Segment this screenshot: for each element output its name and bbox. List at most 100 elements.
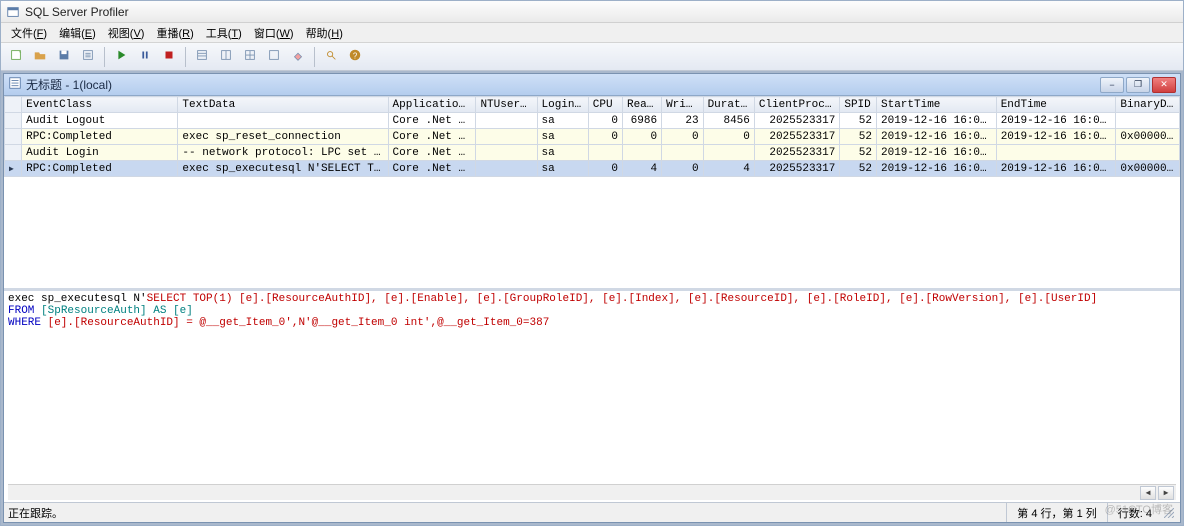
cell-spid[interactable]: 52 — [840, 161, 877, 177]
scroll-right-icon[interactable]: ▶ — [1158, 486, 1174, 500]
cell-cpu[interactable]: 0 — [588, 161, 622, 177]
column-header-ntusername[interactable]: NTUserName — [476, 97, 537, 113]
maximize-button[interactable]: ❐ — [1126, 77, 1150, 93]
toolbar-grid3-button[interactable] — [239, 46, 261, 68]
toolbar-run-button[interactable] — [110, 46, 132, 68]
cell-reads[interactable] — [622, 145, 661, 161]
column-header-loginname[interactable]: LoginName — [537, 97, 588, 113]
cell-eventclass[interactable]: Audit Login — [22, 145, 178, 161]
cell-clientprocessid[interactable]: 2025523317 — [754, 145, 839, 161]
cell-eventclass[interactable]: Audit Logout — [22, 113, 178, 129]
cell-endtime[interactable] — [996, 145, 1116, 161]
cell-textdata[interactable]: exec sp_reset_connection — [178, 129, 388, 145]
menu-item-f[interactable]: 文件(F) — [5, 23, 53, 43]
cell-reads[interactable]: 4 — [622, 161, 661, 177]
toolbar-stop-button[interactable] — [158, 46, 180, 68]
cell-eventclass[interactable]: RPC:Completed — [22, 161, 178, 177]
cell-ntusername[interactable] — [476, 161, 537, 177]
cell-starttime[interactable]: 2019-12-16 16:08:35... — [877, 145, 997, 161]
column-header-duration[interactable]: Duration — [703, 97, 754, 113]
cell-ntusername[interactable] — [476, 129, 537, 145]
menu-item-e[interactable]: 编辑(E) — [53, 23, 102, 43]
resize-grip[interactable] — [1162, 506, 1176, 520]
column-header-eventclass[interactable]: EventClass — [22, 97, 178, 113]
cell-reads[interactable]: 6986 — [622, 113, 661, 129]
menu-item-r[interactable]: 重播(R) — [150, 23, 199, 43]
cell-clientprocessid[interactable]: 2025523317 — [754, 129, 839, 145]
scroll-left-icon[interactable]: ◀ — [1140, 486, 1156, 500]
table-row[interactable]: Audit Login-- network protocol: LPC set … — [5, 145, 1180, 161]
table-row[interactable]: RPC:Completedexec sp_executesql N'SELECT… — [5, 161, 1180, 177]
cell-loginname[interactable]: sa — [537, 161, 588, 177]
toolbar-help-button[interactable]: ? — [344, 46, 366, 68]
column-header-clientprocessid[interactable]: ClientProcessID — [754, 97, 839, 113]
cell-loginname[interactable]: sa — [537, 129, 588, 145]
cell-ntusername[interactable] — [476, 113, 537, 129]
detail-scrollbar[interactable]: ◀ ▶ — [8, 484, 1176, 500]
cell-cpu[interactable] — [588, 145, 622, 161]
cell-eventclass[interactable]: RPC:Completed — [22, 129, 178, 145]
column-header-applicationname[interactable]: ApplicationName — [388, 97, 476, 113]
cell-applicationname[interactable]: Core .Net Sq... — [388, 161, 476, 177]
cell-duration[interactable]: 0 — [703, 129, 754, 145]
column-header-binarydata[interactable]: BinaryData — [1116, 97, 1180, 113]
cell-binarydata[interactable] — [1116, 145, 1180, 161]
toolbar-new-trace-button[interactable] — [5, 46, 27, 68]
minimize-button[interactable]: − — [1100, 77, 1124, 93]
cell-endtime[interactable]: 2019-12-16 16:08:35... — [996, 129, 1116, 145]
cell-duration[interactable]: 8456 — [703, 113, 754, 129]
column-header-endtime[interactable]: EndTime — [996, 97, 1116, 113]
cell-duration[interactable]: 4 — [703, 161, 754, 177]
cell-spid[interactable]: 52 — [840, 113, 877, 129]
cell-starttime[interactable]: 2019-12-16 16:08:35... — [877, 161, 997, 177]
trace-grid-pane[interactable]: EventClassTextDataApplicationNameNTUserN… — [4, 96, 1180, 291]
detail-pane[interactable]: exec sp_executesql N'SELECT TOP(1) [e].[… — [4, 291, 1180, 502]
toolbar-grid1-button[interactable] — [191, 46, 213, 68]
cell-cpu[interactable]: 0 — [588, 129, 622, 145]
cell-spid[interactable]: 52 — [840, 129, 877, 145]
cell-loginname[interactable]: sa — [537, 145, 588, 161]
cell-textdata[interactable] — [178, 113, 388, 129]
toolbar-grid4-button[interactable] — [263, 46, 285, 68]
toolbar-save-button[interactable] — [53, 46, 75, 68]
cell-textdata[interactable]: -- network protocol: LPC set quote... — [178, 145, 388, 161]
cell-starttime[interactable]: 2019-12-16 16:08:35... — [877, 129, 997, 145]
cell-reads[interactable]: 0 — [622, 129, 661, 145]
cell-writes[interactable]: 0 — [662, 129, 704, 145]
menu-item-h[interactable]: 帮助(H) — [300, 23, 349, 43]
menu-item-t[interactable]: 工具(T) — [200, 23, 248, 43]
cell-applicationname[interactable]: Core .Net Sq... — [388, 129, 476, 145]
table-row[interactable]: Audit LogoutCore .Net Sq...sa06986238456… — [5, 113, 1180, 129]
cell-ntusername[interactable] — [476, 145, 537, 161]
toolbar-erase-button[interactable] — [287, 46, 309, 68]
close-button[interactable]: ✕ — [1152, 77, 1176, 93]
toolbar-find-button[interactable] — [320, 46, 342, 68]
column-header-textdata[interactable]: TextData — [178, 97, 388, 113]
toolbar-pause-button[interactable] — [134, 46, 156, 68]
cell-spid[interactable]: 52 — [840, 145, 877, 161]
column-header-reads[interactable]: Reads — [622, 97, 661, 113]
cell-writes[interactable]: 0 — [662, 161, 704, 177]
cell-writes[interactable] — [662, 145, 704, 161]
toolbar-open-file-button[interactable] — [29, 46, 51, 68]
column-header-writes[interactable]: Writes — [662, 97, 704, 113]
cell-writes[interactable]: 23 — [662, 113, 704, 129]
column-header-spid[interactable]: SPID — [840, 97, 877, 113]
table-row[interactable]: RPC:Completedexec sp_reset_connectionCor… — [5, 129, 1180, 145]
trace-grid[interactable]: EventClassTextDataApplicationNameNTUserN… — [4, 96, 1180, 177]
cell-cpu[interactable]: 0 — [588, 113, 622, 129]
cell-binarydata[interactable] — [1116, 113, 1180, 129]
toolbar-grid2-button[interactable] — [215, 46, 237, 68]
detail-text[interactable]: exec sp_executesql N'SELECT TOP(1) [e].[… — [8, 293, 1176, 484]
cell-textdata[interactable]: exec sp_executesql N'SELECT TOP(1) ... — [178, 161, 388, 177]
cell-endtime[interactable]: 2019-12-16 16:08:35... — [996, 161, 1116, 177]
column-header-cpu[interactable]: CPU — [588, 97, 622, 113]
cell-applicationname[interactable]: Core .Net Sq... — [388, 145, 476, 161]
menu-item-w[interactable]: 窗口(W) — [248, 23, 300, 43]
cell-clientprocessid[interactable]: 2025523317 — [754, 161, 839, 177]
cell-clientprocessid[interactable]: 2025523317 — [754, 113, 839, 129]
cell-binarydata[interactable]: 0x00000... — [1116, 161, 1180, 177]
cell-duration[interactable] — [703, 145, 754, 161]
cell-applicationname[interactable]: Core .Net Sq... — [388, 113, 476, 129]
cell-endtime[interactable]: 2019-12-16 16:08:35... — [996, 113, 1116, 129]
